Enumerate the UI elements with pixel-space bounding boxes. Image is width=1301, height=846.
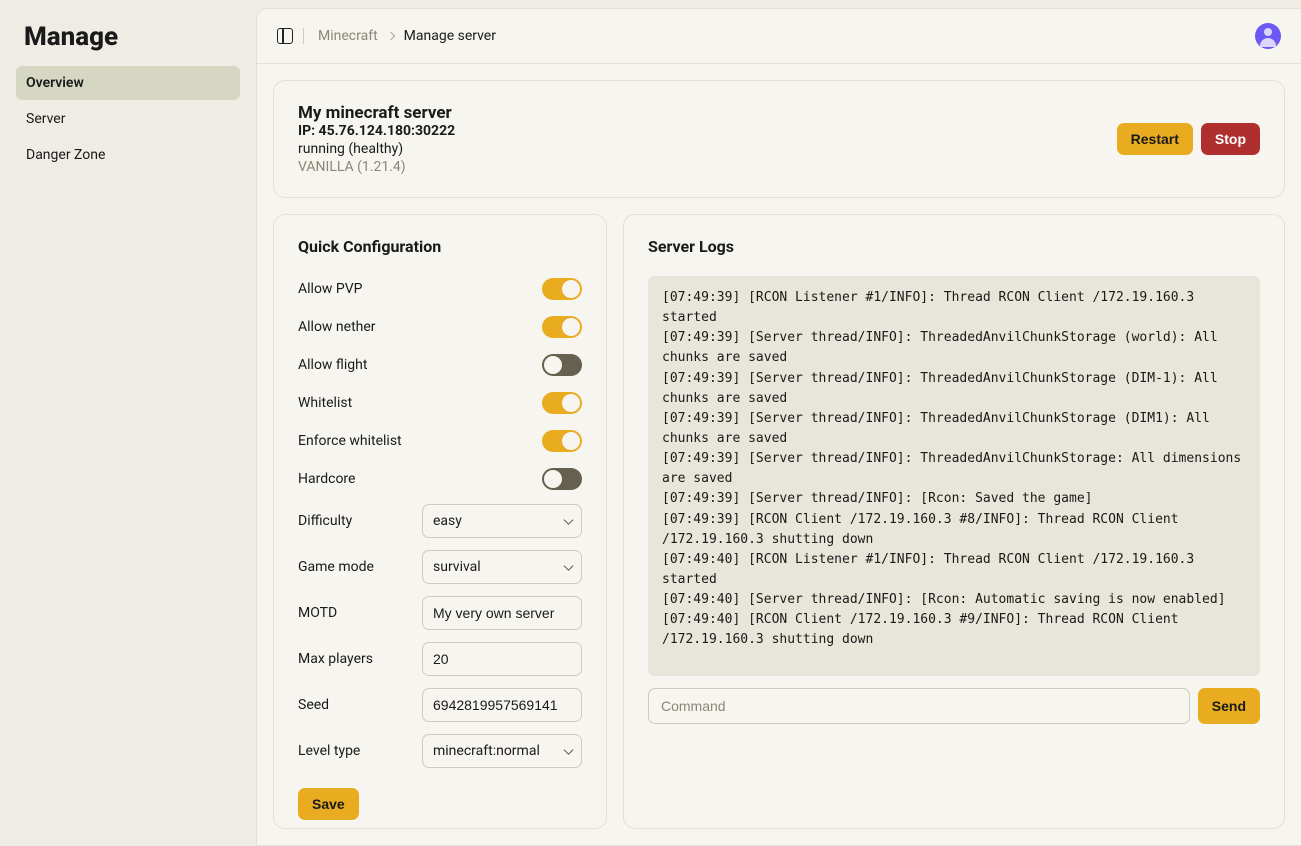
seed-label: Seed	[298, 697, 329, 713]
allow-nether-label: Allow nether	[298, 319, 376, 335]
sidebar-item-server[interactable]: Server	[16, 102, 240, 136]
whitelist-label: Whitelist	[298, 395, 352, 411]
sidebar-item-label: Overview	[26, 75, 84, 91]
sidebar-toggle-icon[interactable]	[277, 28, 293, 44]
allow-flight-toggle[interactable]	[542, 354, 582, 376]
breadcrumb: Minecraft Manage server	[318, 28, 496, 44]
allow-pvp-toggle[interactable]	[542, 278, 582, 300]
whitelist-toggle[interactable]	[542, 392, 582, 414]
config-section-title: Quick Configuration	[298, 237, 582, 256]
gamemode-label: Game mode	[298, 559, 374, 575]
difficulty-label: Difficulty	[298, 513, 352, 529]
allow-flight-label: Allow flight	[298, 357, 367, 373]
chevron-right-icon	[386, 32, 394, 40]
content: My minecraft server IP: 45.76.124.180:30…	[257, 64, 1301, 845]
enforce-whitelist-toggle[interactable]	[542, 430, 582, 452]
status-info: My minecraft server IP: 45.76.124.180:30…	[298, 103, 455, 175]
sidebar-item-danger-zone[interactable]: Danger Zone	[16, 138, 240, 172]
server-version: VANILLA (1.21.4)	[298, 159, 455, 175]
motd-label: MOTD	[298, 605, 337, 621]
status-buttons: Restart Stop	[1117, 123, 1260, 155]
logs-section-title: Server Logs	[648, 237, 1260, 256]
allow-pvp-label: Allow PVP	[298, 281, 363, 297]
command-input[interactable]	[648, 688, 1190, 724]
seed-input[interactable]	[422, 688, 582, 722]
motd-input[interactable]	[422, 596, 582, 630]
save-button[interactable]: Save	[298, 788, 359, 820]
quick-config-card: Quick Configuration Allow PVP Allow neth…	[273, 214, 607, 829]
max-players-label: Max players	[298, 651, 373, 667]
avatar[interactable]	[1255, 23, 1281, 49]
enforce-whitelist-label: Enforce whitelist	[298, 433, 402, 449]
restart-button[interactable]: Restart	[1117, 123, 1193, 155]
logs-output[interactable]: [07:49:39] [RCON Listener #1/INFO]: Thre…	[648, 276, 1260, 676]
difficulty-select[interactable]: easy	[422, 504, 582, 538]
max-players-input[interactable]	[422, 642, 582, 676]
sidebar: Manage Overview Server Danger Zone	[0, 0, 256, 846]
breadcrumb-leaf: Manage server	[404, 28, 496, 44]
hardcore-toggle[interactable]	[542, 468, 582, 490]
server-ip: IP: 45.76.124.180:30222	[298, 123, 455, 139]
topbar-divider	[303, 28, 304, 44]
app-title: Manage	[16, 16, 240, 66]
sidebar-item-overview[interactable]: Overview	[16, 66, 240, 100]
main-panel: Minecraft Manage server My minecraft ser…	[256, 8, 1301, 846]
level-type-select[interactable]: minecraft:normal	[422, 734, 582, 768]
sidebar-item-label: Danger Zone	[26, 147, 105, 163]
sidebar-nav: Overview Server Danger Zone	[16, 66, 240, 172]
status-card: My minecraft server IP: 45.76.124.180:30…	[273, 80, 1285, 198]
send-button[interactable]: Send	[1198, 688, 1260, 724]
server-name: My minecraft server	[298, 103, 455, 123]
gamemode-select[interactable]: survival	[422, 550, 582, 584]
level-type-label: Level type	[298, 743, 360, 759]
hardcore-label: Hardcore	[298, 471, 355, 487]
stop-button[interactable]: Stop	[1201, 123, 1260, 155]
server-logs-card: Server Logs [07:49:39] [RCON Listener #1…	[623, 214, 1285, 829]
breadcrumb-root[interactable]: Minecraft	[318, 28, 378, 44]
topbar: Minecraft Manage server	[257, 9, 1301, 64]
allow-nether-toggle[interactable]	[542, 316, 582, 338]
sidebar-item-label: Server	[26, 111, 65, 127]
server-running: running (healthy)	[298, 141, 455, 157]
